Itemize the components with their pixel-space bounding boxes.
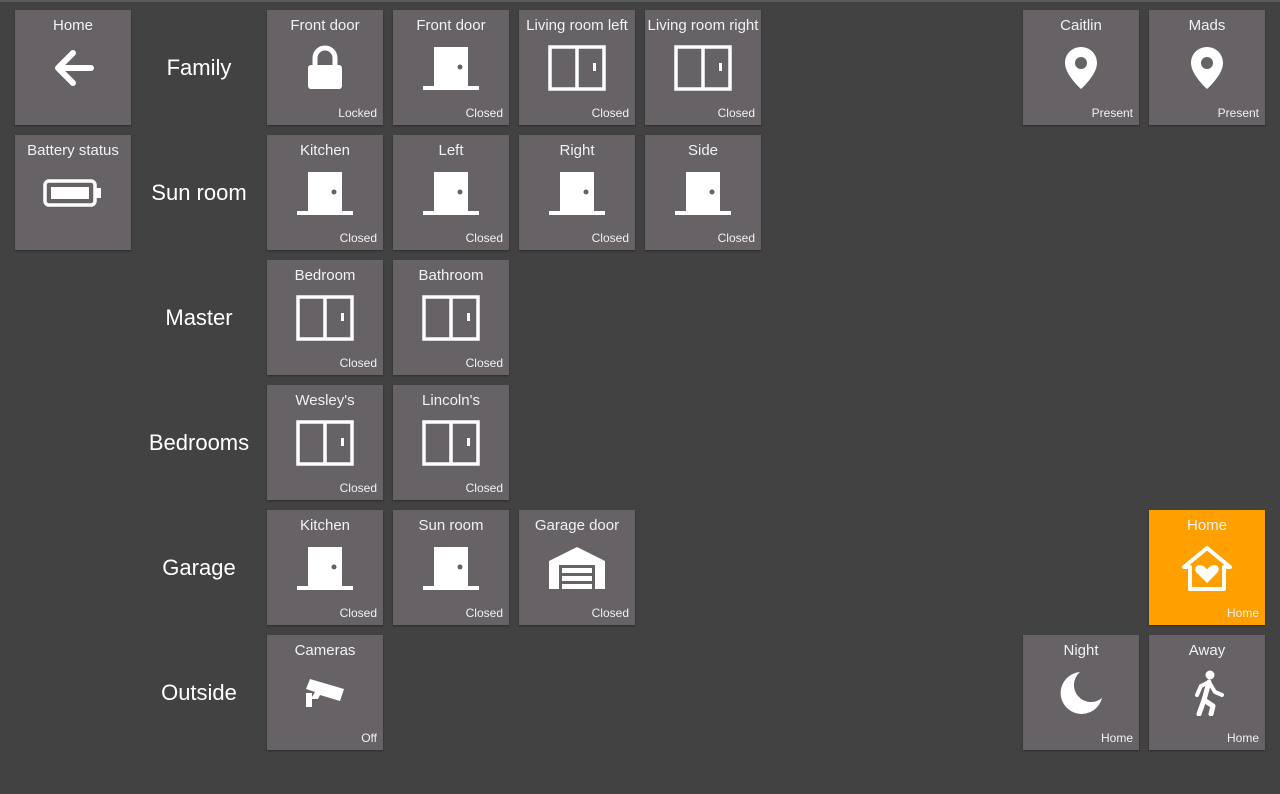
tile-title: Lincoln's	[422, 392, 480, 409]
tile-status: Closed	[465, 606, 503, 620]
arrow-left-icon	[15, 43, 131, 93]
tile-mode-away[interactable]: Away Home	[1149, 635, 1265, 750]
row-label-bedrooms: Bedrooms	[148, 430, 250, 455]
battery-icon	[15, 168, 131, 218]
tile-mode-night[interactable]: Night Home	[1023, 635, 1139, 750]
row-label-sun-room: Sun room	[151, 180, 247, 205]
tile-status: Closed	[591, 106, 629, 120]
tile-title: Caitlin	[1060, 17, 1102, 34]
tile-title: Home	[52, 17, 93, 34]
tile-garage-sun-room[interactable]: Sun room Closed	[393, 510, 509, 625]
tile-title: Left	[438, 142, 464, 159]
sliding-door-icon	[267, 418, 383, 468]
tile-status: Closed	[339, 606, 377, 620]
door-icon	[393, 168, 509, 218]
tile-title: Front door	[416, 17, 486, 34]
tile-title: Cameras	[294, 642, 356, 659]
tile-title: Night	[1063, 642, 1099, 659]
tile-status: Locked	[338, 106, 377, 120]
door-icon	[393, 43, 509, 93]
lock-icon	[267, 43, 383, 93]
tile-person-mads[interactable]: Mads Present	[1149, 10, 1265, 125]
tile-status: Closed	[465, 481, 503, 495]
home-heart-icon	[1149, 543, 1265, 593]
tile-status: Closed	[339, 481, 377, 495]
tile-family-living-room-right[interactable]: Living room right Closed	[645, 10, 761, 125]
sliding-door-icon	[393, 418, 509, 468]
tile-sun-room-right[interactable]: Right Closed	[519, 135, 635, 250]
tile-status: Closed	[339, 231, 377, 245]
tile-status: Closed	[465, 231, 503, 245]
tile-sun-room-left[interactable]: Left Closed	[393, 135, 509, 250]
tile-bedrooms-wesleys[interactable]: Wesley's Closed	[267, 385, 383, 500]
tile-master-bedroom[interactable]: Bedroom Closed	[267, 260, 383, 375]
home-back-tile[interactable]: Home	[15, 10, 131, 125]
tile-title: Side	[687, 142, 719, 159]
tile-title: Sun room	[418, 517, 484, 534]
door-icon	[267, 543, 383, 593]
top-divider	[0, 0, 1280, 2]
tile-status: Closed	[717, 231, 755, 245]
row-label-garage: Garage	[162, 555, 236, 580]
tile-status: Home	[1226, 606, 1259, 620]
tile-outside-cameras[interactable]: Cameras Off	[267, 635, 383, 750]
tile-master-bathroom[interactable]: Bathroom Closed	[393, 260, 509, 375]
tile-status: Closed	[717, 106, 755, 120]
walk-icon	[1149, 668, 1265, 718]
tile-title: Living room left	[526, 17, 628, 34]
tile-family-living-room-left[interactable]: Living room left Closed	[519, 10, 635, 125]
tile-status: Closed	[339, 356, 377, 370]
tile-sun-room-kitchen[interactable]: Kitchen Closed	[267, 135, 383, 250]
tile-status: Closed	[591, 606, 629, 620]
door-icon	[267, 168, 383, 218]
tile-title: Bedroom	[294, 267, 356, 284]
door-icon	[393, 543, 509, 593]
tile-person-caitlin[interactable]: Caitlin Present	[1023, 10, 1139, 125]
tile-mode-home[interactable]: Home Home	[1149, 510, 1265, 625]
tile-family-front-door-lock[interactable]: Front door Locked	[267, 10, 383, 125]
tile-status: Closed	[465, 106, 503, 120]
row-label-master: Master	[165, 305, 233, 330]
tile-sun-room-side[interactable]: Side Closed	[645, 135, 761, 250]
tile-title: Away	[1188, 642, 1226, 659]
garage-icon	[519, 543, 635, 593]
tile-title: Front door	[290, 17, 360, 34]
sliding-door-icon	[267, 293, 383, 343]
map-marker-icon	[1023, 43, 1139, 93]
sliding-door-icon	[393, 293, 509, 343]
tile-garage-kitchen[interactable]: Kitchen Closed	[267, 510, 383, 625]
tile-status: Present	[1091, 106, 1133, 120]
tile-status: Off	[361, 731, 377, 745]
tile-title: Battery status	[27, 142, 119, 159]
door-icon	[645, 168, 761, 218]
tile-garage-door[interactable]: Garage door Closed	[519, 510, 635, 625]
tile-title: Kitchen	[299, 142, 351, 159]
cctv-icon	[267, 668, 383, 718]
tile-title: Home	[1186, 517, 1227, 534]
tile-status: Closed	[465, 356, 503, 370]
tile-family-front-door[interactable]: Front door Closed	[393, 10, 509, 125]
tile-title: Garage door	[534, 517, 620, 534]
row-label-outside: Outside	[161, 680, 237, 705]
tile-title: Kitchen	[299, 517, 351, 534]
door-icon	[519, 168, 635, 218]
tile-title: Right	[559, 142, 595, 159]
tile-status: Present	[1217, 106, 1259, 120]
sliding-door-icon	[645, 43, 761, 93]
tile-title: Wesley's	[295, 392, 355, 409]
row-label-family: Family	[166, 55, 232, 80]
map-marker-icon	[1149, 43, 1265, 93]
tile-status: Closed	[591, 231, 629, 245]
sliding-door-icon	[519, 43, 635, 93]
tile-bedrooms-lincolns[interactable]: Lincoln's Closed	[393, 385, 509, 500]
tile-title: Bathroom	[418, 267, 484, 284]
tile-status: Home	[1226, 731, 1259, 745]
moon-icon	[1023, 668, 1139, 718]
tile-status: Home	[1100, 731, 1133, 745]
tile-title: Living room right	[647, 17, 759, 34]
battery-status-tile[interactable]: Battery status	[15, 135, 131, 250]
tile-title: Mads	[1188, 17, 1226, 34]
